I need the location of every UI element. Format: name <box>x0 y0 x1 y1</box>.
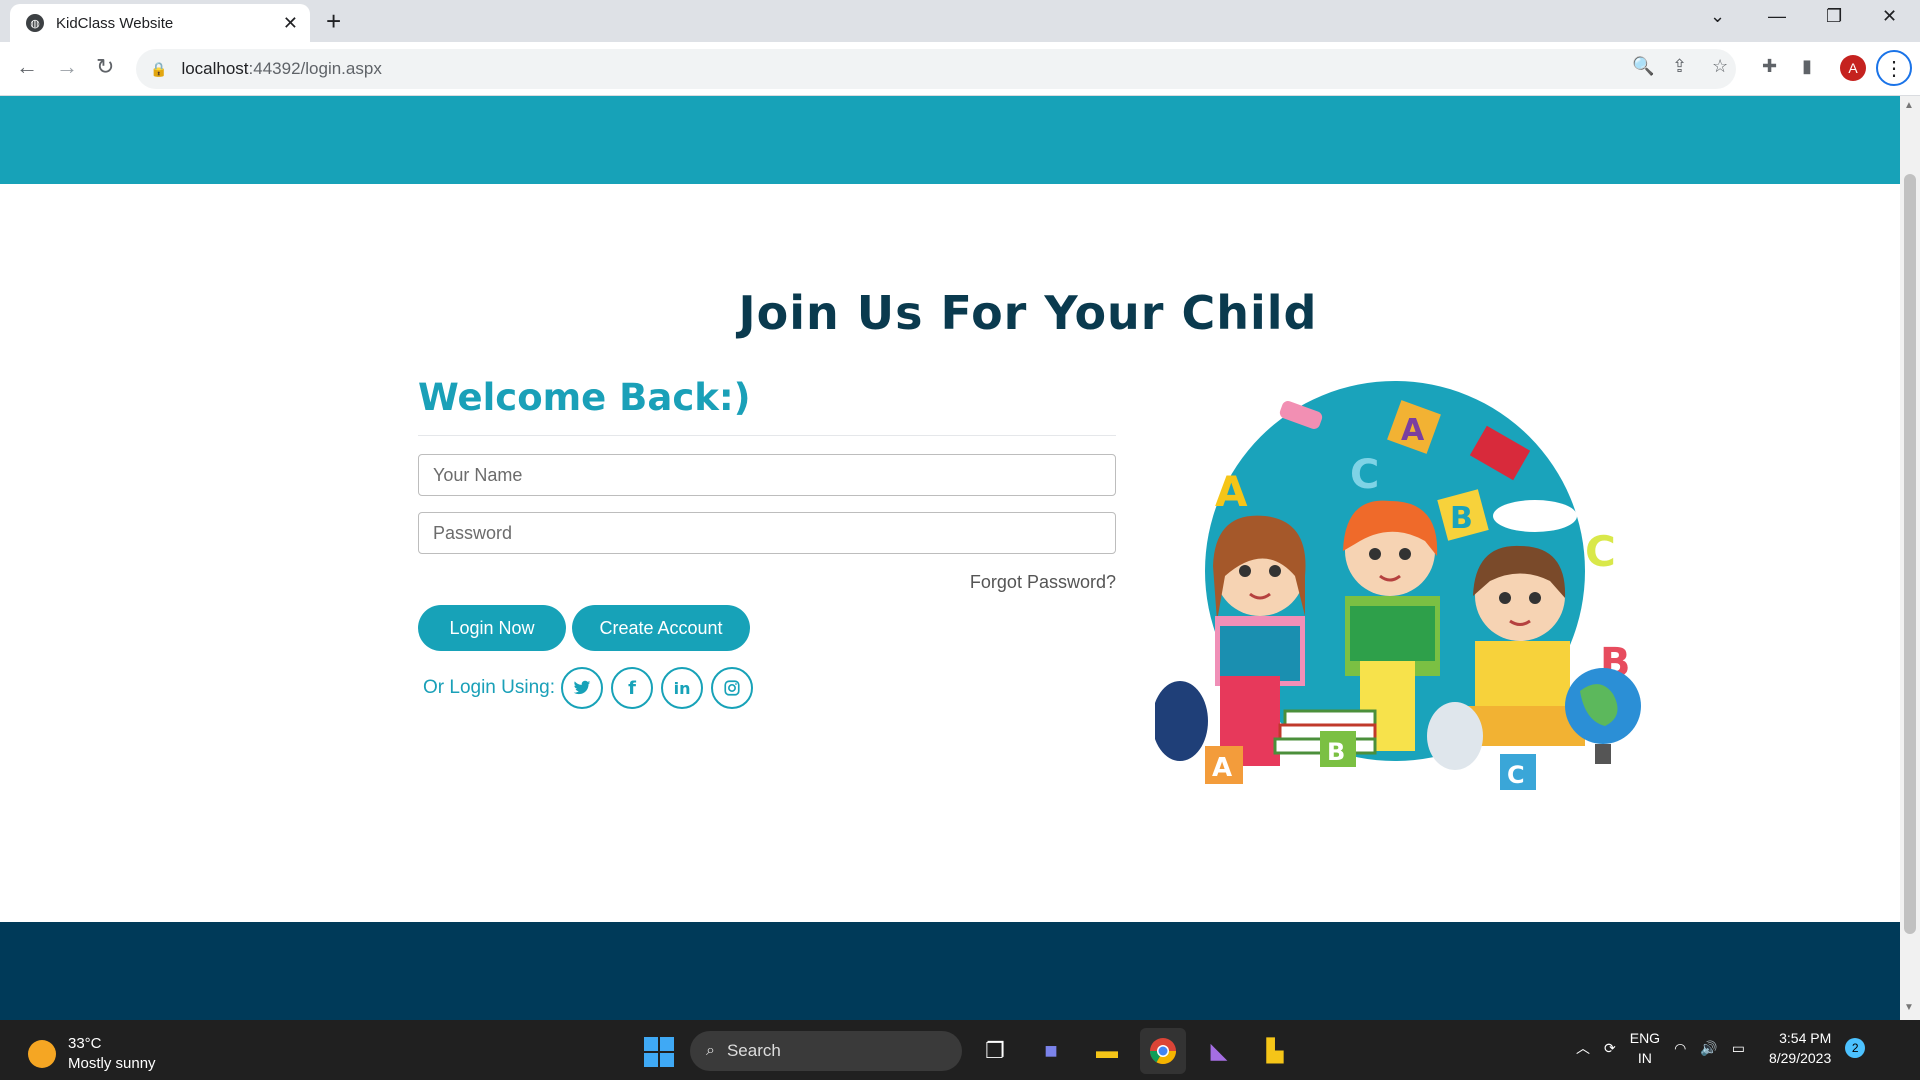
svg-text:C: C <box>1585 527 1616 576</box>
start-button[interactable] <box>636 1029 680 1073</box>
chevron-up-icon[interactable]: ︿ <box>1576 1038 1590 1058</box>
page-headline: Join Us For Your Child <box>738 286 1318 340</box>
svg-text:A: A <box>1401 413 1425 448</box>
svg-text:C: C <box>1507 761 1525 789</box>
close-tab-icon[interactable]: ✕ <box>283 13 298 34</box>
lock-icon[interactable]: 🔒 <box>150 61 167 78</box>
visual-studio-icon[interactable]: ◣ <box>1196 1028 1242 1074</box>
kids-reading-illustration: A C A B C B A B C <box>1155 381 1641 790</box>
page-scrollbar[interactable]: ▲ ▼ <box>1900 96 1920 1020</box>
name-input[interactable] <box>418 454 1116 496</box>
page-viewport: Join Us For Your Child Welcome Back:) Fo… <box>0 96 1900 1020</box>
side-panel-icon[interactable]: ▮ <box>1802 56 1812 77</box>
wifi-icon[interactable]: ◠ <box>1674 1040 1686 1057</box>
reload-icon[interactable]: ↻ <box>96 54 114 80</box>
battery-icon[interactable]: ▭ <box>1732 1040 1745 1057</box>
svg-text:B: B <box>1450 501 1473 536</box>
twitter-icon[interactable] <box>561 667 604 709</box>
login-form: Welcome Back:) Forgot Password? Login No… <box>418 376 1116 709</box>
clock-date: 8/29/2023 <box>1768 1050 1832 1066</box>
zoom-icon[interactable]: 🔍 <box>1632 56 1654 77</box>
url-host: localhost <box>181 59 249 78</box>
restore-button[interactable]: ❐ <box>1826 6 1842 27</box>
taskbar-search[interactable]: ⌕ Search <box>690 1031 962 1071</box>
forward-icon[interactable]: → <box>56 54 78 80</box>
svg-text:B: B <box>1327 738 1345 766</box>
bookmark-star-icon[interactable]: ☆ <box>1712 56 1728 77</box>
close-window-button[interactable]: ✕ <box>1882 6 1897 27</box>
taskbar-search-label: Search <box>726 1041 781 1060</box>
profile-avatar[interactable]: A <box>1840 55 1866 81</box>
linkedin-icon[interactable]: in <box>661 667 704 709</box>
facebook-icon[interactable]: f <box>611 667 654 709</box>
scroll-down-icon[interactable]: ▼ <box>1904 1002 1914 1013</box>
weather-widget[interactable]: 33°C Mostly sunny <box>28 1034 156 1074</box>
system-tray: ︿ ⟳ ENG IN ◠ 🔊 ▭ 3:54 PM 8/29/2023 2 <box>1576 1028 1866 1068</box>
forgot-password-link[interactable]: Forgot Password? <box>418 572 1116 593</box>
browser-tabbar: ◍ KidClass Website ✕ + ⌄ — ❐ ✕ <box>0 0 1920 42</box>
clock[interactable]: 3:54 PM 8/29/2023 <box>1769 1028 1831 1068</box>
sync-icon[interactable]: ⟳ <box>1604 1040 1616 1057</box>
file-manager-icon[interactable]: ▙ <box>1252 1028 1298 1074</box>
header-band <box>0 96 1900 184</box>
weather-condition: Mostly sunny <box>68 1055 156 1072</box>
windows-taskbar: 33°C Mostly sunny ⌕ Search ❐ ■ ▬ ◣ ▙ ︿ ⟳… <box>0 1020 1920 1080</box>
instagram-icon[interactable] <box>711 667 754 709</box>
minimize-button[interactable]: — <box>1768 6 1786 27</box>
new-tab-button[interactable]: + <box>326 6 341 37</box>
browser-menu-icon[interactable]: ⋮ <box>1876 50 1912 86</box>
extensions-icon[interactable]: ✚ <box>1762 56 1777 77</box>
login-button[interactable]: Login Now <box>418 605 566 651</box>
browser-toolbar: ← → ↻ 🔒 localhost:44392/login.aspx 🔍 ⇪ ☆… <box>0 42 1920 96</box>
password-input[interactable] <box>418 512 1116 554</box>
volume-icon[interactable]: 🔊 <box>1700 1040 1717 1057</box>
language-line1: ENG <box>1629 1030 1661 1046</box>
search-icon: ⌕ <box>706 1042 715 1059</box>
button-row: Login Now Create Account <box>418 605 1116 651</box>
notification-badge[interactable]: 2 <box>1845 1038 1866 1058</box>
scrollbar-thumb[interactable] <box>1904 174 1916 934</box>
social-login: Or Login Using: f in <box>418 667 1116 709</box>
teams-icon[interactable]: ■ <box>1028 1028 1074 1074</box>
welcome-heading: Welcome Back:) <box>418 376 1116 436</box>
social-login-label: Or Login Using: <box>423 677 556 698</box>
tab-title: KidClass Website <box>56 14 174 32</box>
taskbar-apps: ⌕ Search ❐ ■ ▬ ◣ ▙ <box>636 1028 1298 1074</box>
browser-tab[interactable]: ◍ KidClass Website ✕ <box>10 4 310 42</box>
task-view-icon[interactable]: ❐ <box>972 1028 1018 1074</box>
tab-search-icon[interactable]: ⌄ <box>1710 6 1725 27</box>
partly-sunny-icon <box>28 1040 56 1068</box>
chrome-icon[interactable] <box>1140 1028 1186 1074</box>
footer-band <box>0 922 1900 1020</box>
svg-text:A: A <box>1212 753 1232 783</box>
svg-text:A: A <box>1215 467 1248 516</box>
language-line2: IN <box>1637 1050 1652 1066</box>
globe-icon: ◍ <box>26 14 44 32</box>
file-explorer-icon[interactable]: ▬ <box>1084 1028 1130 1074</box>
url-path: :44392/login.aspx <box>248 59 382 78</box>
back-icon[interactable]: ← <box>16 54 38 80</box>
temperature: 33°C <box>68 1035 102 1052</box>
svg-text:C: C <box>1350 452 1379 498</box>
clock-time: 3:54 PM <box>1779 1030 1832 1046</box>
scroll-up-icon[interactable]: ▲ <box>1904 100 1914 111</box>
create-account-button[interactable]: Create Account <box>572 605 750 651</box>
language-indicator[interactable]: ENG IN <box>1630 1028 1660 1068</box>
address-bar[interactable]: 🔒 localhost:44392/login.aspx <box>136 49 1736 89</box>
share-icon[interactable]: ⇪ <box>1672 56 1687 77</box>
